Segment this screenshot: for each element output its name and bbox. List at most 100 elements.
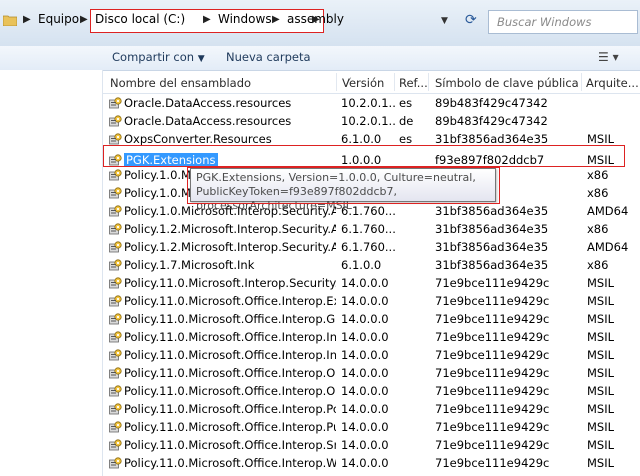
assembly-gear-icon [109,421,122,433]
assembly-gear-icon [109,205,122,217]
cell-architecture: x86 [587,168,609,182]
cell-public-key-token: 71e9bce111e9429c [435,276,550,290]
cell-assembly-name: Oracle.DataAccess.resources [124,96,292,110]
column-divider[interactable] [394,73,395,91]
history-dropdown-icon[interactable]: ▼ [441,16,448,26]
column-header-row: Nombre del ensamblado ⁄ Versión Ref... S… [103,71,640,94]
crumb-disco-local[interactable]: Disco local (C:) [95,12,185,26]
assembly-gear-icon [109,223,122,235]
cell-architecture: MSIL [587,402,615,416]
cell-assembly-name: Policy.11.0.Microsoft.Office.Interop.Sma… [124,438,336,452]
cell-architecture: MSIL [587,294,615,308]
column-header-name[interactable]: Nombre del ensamblado [110,76,251,90]
chevron-right-icon[interactable]: ▶ [312,14,320,25]
cell-architecture: MSIL [587,330,615,344]
table-row[interactable]: Oracle.DataAccess.resources 10.2.0.1... es… [103,94,640,112]
table-row[interactable]: Policy.11.0.Microsoft.Office.Interop.Exc… [103,292,640,310]
cell-version: 14.0.0.0 [341,438,389,452]
cell-assembly-name: Policy.11.0.Microsoft.Office.Interop.Wor… [124,456,336,470]
cell-version: 14.0.0.0 [341,366,389,380]
assembly-gear-icon [109,115,122,127]
assembly-gear-icon [109,241,122,253]
chevron-right-icon[interactable]: ▶ [23,14,31,25]
crumb-equipo[interactable]: Equipo [38,12,79,26]
share-with-button[interactable]: Compartir con ▼ [112,50,205,64]
cell-version: 10.2.0.1... [341,114,397,128]
assembly-gear-icon [109,187,122,199]
chevron-right-icon[interactable]: ▶ [80,14,88,25]
cell-architecture: x86 [587,222,609,236]
column-header-architecture[interactable]: Arquite... [586,76,639,90]
column-header-ref[interactable]: Ref... [399,76,428,90]
cell-assembly-name: Policy.11.0.Microsoft.Office.Interop.Out… [124,384,336,398]
chevron-right-icon[interactable]: ▶ [203,14,211,25]
table-row[interactable]: Policy.1.2.Microsoft.Interop.Security.Az… [103,238,640,256]
table-row[interactable]: OxpsConverter.Resources 6.1.0.0 es 31bf3856… [103,130,640,148]
cell-assembly-name: PGK.Extensions [124,153,218,167]
table-row[interactable]: Policy.11.0.Microsoft.Office.Interop.Inf… [103,346,640,364]
cell-public-key-token: 31bf3856ad364e35 [435,258,549,272]
cell-assembly-name: Policy.1.2.Microsoft.Interop.Security.Az… [124,240,336,254]
column-header-public-key[interactable]: Símbolo de clave pública [435,76,579,90]
navigation-pane[interactable] [0,70,103,476]
cell-culture: de [399,114,414,128]
assembly-gear-icon [109,367,122,379]
assembly-gear-icon [109,439,122,451]
column-divider[interactable] [336,73,337,91]
cell-public-key-token: 89b483f429c47342 [435,96,548,110]
cell-architecture: MSIL [587,366,615,380]
assembly-gear-icon [109,349,122,361]
table-row[interactable]: Policy.11.0.Microsoft.Office.Interop.Sma… [103,436,640,454]
cell-assembly-name: Policy.11.0.Microsoft.Office.Interop.Pub… [124,420,336,434]
table-row[interactable]: Policy.11.0.Microsoft.Office.Interop.Pow… [103,400,640,418]
table-row[interactable]: Policy.11.0.Microsoft.Office.Interop.Out… [103,364,640,382]
table-row[interactable]: Policy.11.0.Microsoft.Office.Interop.Pub… [103,418,640,436]
cell-public-key-token: 71e9bce111e9429c [435,438,550,452]
cell-architecture: MSIL [587,420,615,434]
table-row[interactable]: Policy.11.0.Microsoft.Office.Interop.Inf… [103,328,640,346]
cell-public-key-token: 71e9bce111e9429c [435,294,550,308]
column-header-version[interactable]: Versión [342,76,384,90]
cell-version: 14.0.0.0 [341,312,389,326]
column-divider[interactable] [428,73,429,91]
cell-version: 6.1.0.0 [341,132,382,146]
chevron-down-icon: ▼ [197,54,205,64]
cell-version: 6.1.0.0 [341,258,382,272]
cell-assembly-name: OxpsConverter.Resources [124,132,272,146]
table-row[interactable]: Policy.11.0.Microsoft.Office.Interop.Out… [103,382,640,400]
cell-assembly-name: Policy.1.2.Microsoft.Interop.Security.Az… [124,222,336,236]
cell-architecture: MSIL [587,384,615,398]
cell-assembly-name: Policy.11.0.Microsoft.Interop.Security.A… [124,276,336,290]
cell-assembly-name: Policy.11.0.Microsoft.Office.Interop.Inf… [124,348,336,362]
table-row[interactable]: Policy.1.7.Microsoft.Ink 6.1.0.0 31bf3856a… [103,256,640,274]
table-row[interactable]: Policy.11.0.Microsoft.Office.Interop.Gra… [103,310,640,328]
table-row[interactable]: Policy.1.2.Microsoft.Interop.Security.Az… [103,220,640,238]
chevron-right-icon[interactable]: ▶ [272,14,280,25]
table-row[interactable]: Policy.11.0.Microsoft.Interop.Security.A… [103,274,640,292]
cell-public-key-token: 89b483f429c47342 [435,114,548,128]
cell-architecture: MSIL [587,438,615,452]
new-folder-button[interactable]: Nueva carpeta [226,50,311,64]
cell-version: 1.0.0.0 [341,153,382,167]
cell-version: 14.0.0.0 [341,294,389,308]
cell-version: 14.0.0.0 [341,348,389,362]
cell-architecture: AMD64 [587,240,629,254]
cell-public-key-token: 31bf3856ad364e35 [435,240,549,254]
assembly-gear-icon [109,295,122,307]
table-row[interactable]: Policy.11.0.Microsoft.Office.Interop.Wor… [103,454,640,472]
table-row[interactable]: Oracle.DataAccess.resources 10.2.0.1... de… [103,112,640,130]
refresh-icon[interactable]: ⟳ [465,12,477,28]
cell-public-key-token: 31bf3856ad364e35 [435,132,549,146]
assembly-tooltip: PGK.Extensions, Version=1.0.0.0, Culture… [190,168,496,212]
view-options-icon[interactable]: ☰ ▾ [598,50,619,64]
tooltip-line-2: PublicKeyToken=f93e897f802ddcb7, process… [196,185,398,212]
cell-architecture: MSIL [587,153,615,167]
cell-architecture: MSIL [587,348,615,362]
search-input[interactable]: Buscar Windows [488,10,638,34]
cell-architecture: MSIL [587,132,615,146]
column-divider[interactable] [581,73,582,91]
crumb-windows[interactable]: Windows [218,12,272,26]
cell-assembly-name: Policy.11.0.Microsoft.Office.Interop.Inf… [124,330,336,344]
cell-public-key-token: 71e9bce111e9429c [435,402,550,416]
assembly-gear-icon [109,154,122,166]
